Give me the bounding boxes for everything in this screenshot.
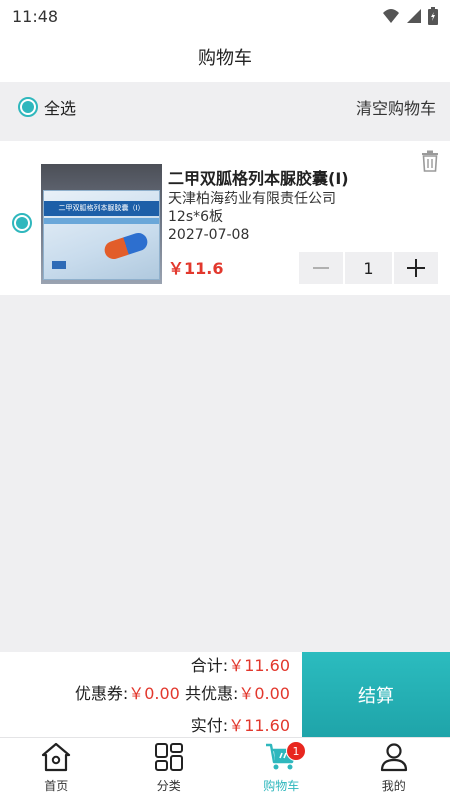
select-all-toggle[interactable]: 全选: [18, 95, 76, 119]
status-bar: 11:48: [0, 0, 450, 32]
increase-quantity-button[interactable]: [394, 252, 438, 284]
paid-row: 实付:￥11.60: [191, 712, 290, 736]
paid-value: ￥11.60: [228, 716, 290, 735]
tab-profile[interactable]: 我的: [338, 738, 450, 800]
nav-bar: 购物车: [0, 32, 450, 82]
paid-label: 实付:: [190, 716, 229, 735]
box-logo-mark: [52, 261, 66, 269]
total-label: 合计:: [190, 656, 229, 675]
item-select-radio[interactable]: [12, 213, 32, 233]
product-box-stripe: [44, 218, 159, 224]
coupon-value: ￥0.00: [128, 684, 180, 703]
tab-profile-label: 我的: [381, 779, 406, 793]
total-value: ￥11.60: [228, 656, 290, 675]
product-image[interactable]: 二甲双胍格列本脲胶囊（I）: [41, 164, 162, 284]
bottom-tab-bar: 首页 分类 1 购物车 我的: [0, 737, 450, 800]
product-manufacturer: 天津柏海药业有限责任公司: [168, 191, 336, 207]
discount-row: 优惠券:￥0.00 共优惠:￥0.00: [75, 680, 290, 704]
capsule-graphic: [102, 230, 150, 262]
select-bar: 全选 清空购物车: [0, 82, 450, 132]
select-all-radio[interactable]: [18, 97, 38, 117]
status-icons: [382, 7, 438, 25]
clear-cart-button[interactable]: 清空购物车: [356, 95, 436, 119]
discount-label: 共优惠:: [184, 684, 239, 703]
select-all-label: 全选: [44, 99, 77, 118]
checkout-button[interactable]: 结算: [302, 652, 450, 737]
summary-lines: 合计:￥11.60 优惠券:￥0.00 共优惠:￥0.00 实付:￥11.60: [0, 652, 302, 737]
product-box-art: 二甲双胍格列本脲胶囊（I）: [43, 190, 160, 280]
wifi-icon: [383, 9, 399, 23]
product-price: ￥11.6: [168, 259, 224, 278]
order-summary: 合计:￥11.60 优惠券:￥0.00 共优惠:￥0.00 实付:￥11.60 …: [0, 652, 450, 737]
tab-cart[interactable]: 1 购物车: [225, 738, 338, 800]
cart-count-badge: 1: [286, 741, 306, 761]
trash-icon[interactable]: [420, 150, 440, 172]
tab-category[interactable]: 分类: [113, 738, 226, 800]
product-spec: 12s*6板: [168, 209, 224, 225]
quantity-stepper: 1: [299, 252, 440, 284]
profile-icon: [378, 741, 410, 773]
signal-icon: [407, 9, 421, 23]
category-grid-icon: [153, 741, 185, 773]
tab-home-label: 首页: [44, 779, 69, 793]
coupon-label: 优惠券:: [74, 684, 129, 703]
total-row: 合计:￥11.60: [191, 652, 290, 676]
product-box-label: 二甲双胍格列本脲胶囊（I）: [44, 201, 159, 216]
discount-value: ￥0.00: [238, 684, 290, 703]
tab-cart-label: 购物车: [263, 779, 300, 793]
battery-icon: [428, 7, 438, 25]
tab-home[interactable]: 首页: [0, 738, 113, 800]
plus-icon: [407, 259, 425, 277]
page-title: 购物车: [198, 48, 252, 69]
quantity-value[interactable]: 1: [345, 252, 392, 284]
product-name[interactable]: 二甲双胍格列本脲胶囊(Ⅰ): [168, 165, 349, 189]
decrease-quantity-button[interactable]: [299, 252, 343, 284]
status-time: 11:48: [12, 6, 59, 26]
minus-icon: [313, 267, 329, 269]
home-icon: [40, 741, 72, 773]
tab-category-label: 分类: [156, 779, 181, 793]
product-expiry-date: 2027-07-08: [168, 227, 250, 243]
